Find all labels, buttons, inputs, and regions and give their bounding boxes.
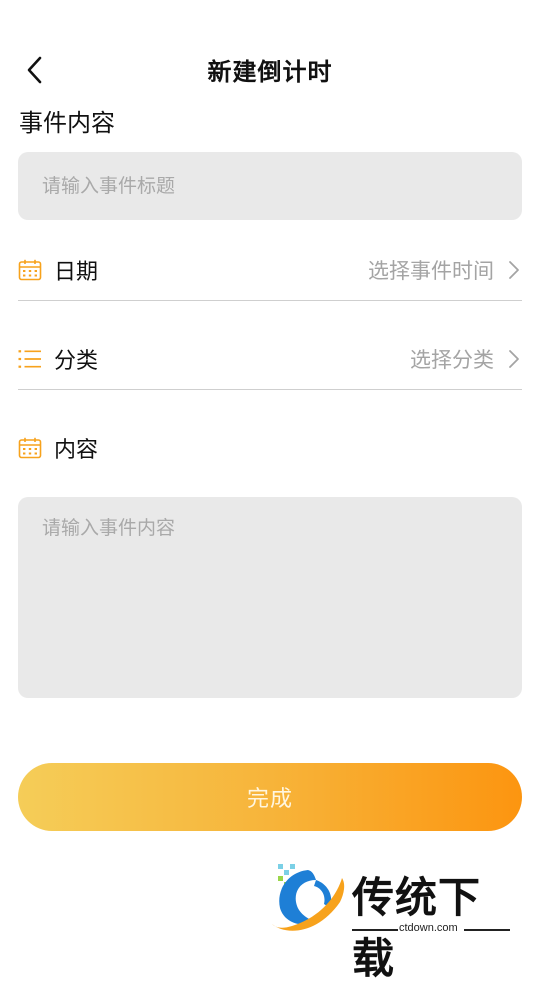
date-row[interactable]: 日期 选择事件时间 xyxy=(18,240,522,301)
calendar-icon xyxy=(18,436,42,460)
category-row[interactable]: 分类 选择分类 xyxy=(18,329,522,390)
event-title-input[interactable] xyxy=(18,152,522,220)
chevron-right-icon xyxy=(508,349,522,369)
event-content-label: 事件内容 xyxy=(19,109,115,137)
list-icon xyxy=(18,347,42,371)
page-title: 新建倒计时 xyxy=(207,58,333,86)
done-button[interactable]: 完成 xyxy=(18,763,522,831)
date-label: 日期 xyxy=(54,260,99,285)
calendar-icon xyxy=(18,258,42,282)
divider xyxy=(464,929,510,931)
chevron-right-icon xyxy=(508,260,522,280)
content-label: 内容 xyxy=(54,438,99,463)
date-value: 选择事件时间 xyxy=(368,259,494,283)
category-value: 选择分类 xyxy=(410,348,494,372)
watermark-url: ctdown.com xyxy=(399,922,458,934)
logo-icon xyxy=(272,864,345,931)
divider xyxy=(352,929,398,931)
watermark-logo: 传统下载 ctdown.com xyxy=(268,862,518,983)
category-label: 分类 xyxy=(54,349,99,374)
header-bar: 新建倒计时 xyxy=(0,40,540,100)
content-row: 内容 xyxy=(18,418,522,478)
event-content-textarea[interactable] xyxy=(18,497,522,698)
